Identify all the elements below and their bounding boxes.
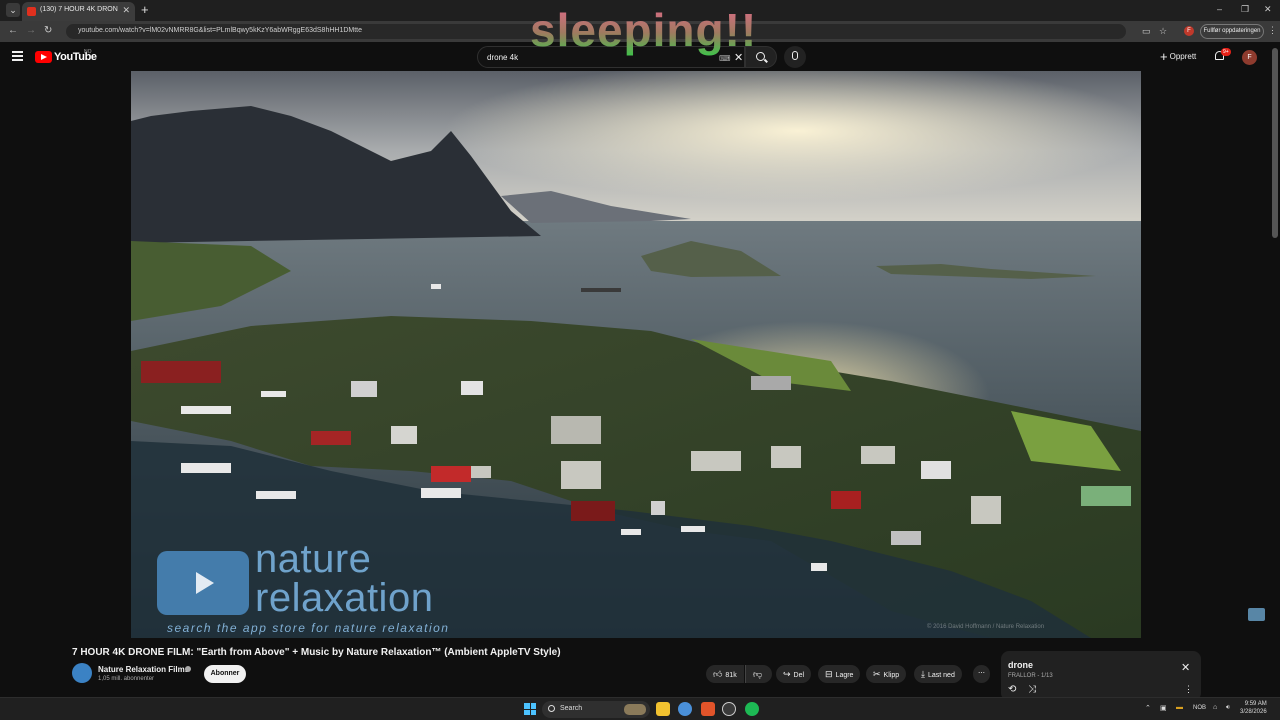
browser-menu-icon[interactable]: ⋮ xyxy=(1268,25,1277,36)
reload-icon[interactable]: ↻ xyxy=(44,25,52,36)
miniplayer-icon[interactable] xyxy=(1248,608,1265,621)
back-icon[interactable]: ← xyxy=(8,25,18,36)
network-icon[interactable]: ⌂ xyxy=(1213,704,1217,711)
create-button[interactable]: + Opprett xyxy=(1154,47,1202,67)
like-count: 81k xyxy=(725,672,737,679)
save-label: Lagre xyxy=(835,672,854,679)
volume-icon[interactable]: 🔉︎ xyxy=(1226,704,1230,712)
clip-label: Klipp xyxy=(883,672,900,679)
watermark-tagline: search the app store for nature relaxati… xyxy=(167,621,450,635)
clock-time: 9:59 AM xyxy=(1244,701,1267,707)
channel-avatar[interactable] xyxy=(72,663,92,683)
thumbs-down-icon: 👎︎ xyxy=(753,669,763,679)
more-actions-button[interactable]: ⋯ xyxy=(973,665,990,683)
verified-badge-icon xyxy=(185,666,191,672)
tray-flag-icon[interactable]: ▬ xyxy=(1176,704,1183,711)
notification-badge: 9+ xyxy=(1221,48,1231,56)
maximize-button[interactable]: ❐ xyxy=(1241,4,1249,15)
loop-icon[interactable]: ⟲ xyxy=(1008,684,1016,695)
download-button[interactable]: ⤓ Last ned xyxy=(914,665,962,683)
playlist-panel[interactable]: drone FRALLOR - 1/13 ✕ ⟲ ⤨ ⋮ xyxy=(1001,651,1201,701)
taskbar-clock[interactable]: 9:59 AM 3/28/2026 xyxy=(1240,700,1267,716)
taskbar-search[interactable]: Search xyxy=(542,701,650,718)
clip-button[interactable]: ✂ Klipp xyxy=(866,665,907,683)
tray-app-icon[interactable]: ▣ xyxy=(1160,704,1167,712)
download-label: Last ned xyxy=(927,672,955,679)
playlist-more-icon[interactable]: ⋮ xyxy=(1184,684,1193,695)
close-playlist-icon[interactable]: ✕ xyxy=(1181,661,1190,674)
plus-icon: + xyxy=(1160,49,1168,64)
video-copyright: © 2016 David Hoffmann / Nature Relaxatio… xyxy=(927,624,1045,630)
youtube-logo-icon[interactable] xyxy=(35,51,52,63)
minimize-button[interactable]: – xyxy=(1217,4,1222,14)
share-label: Del xyxy=(793,672,805,679)
subscriber-count: 1,05 mill. abonnenter xyxy=(98,676,155,682)
close-window-button[interactable]: ✕ xyxy=(1264,4,1272,15)
hamburger-menu-icon[interactable] xyxy=(12,51,23,61)
cast-icon[interactable]: ▭ xyxy=(1142,26,1151,37)
svg-text:sleeping!!: sleeping!! xyxy=(530,4,757,56)
chrome-icon[interactable] xyxy=(678,702,692,716)
new-tab-button[interactable]: + xyxy=(141,2,149,17)
search-highlight-icon xyxy=(624,704,646,715)
file-explorer-icon[interactable] xyxy=(656,702,670,716)
channel-name[interactable]: Nature Relaxation Films xyxy=(98,665,189,674)
video-player[interactable]: nature relaxation search the app store f… xyxy=(131,71,1141,638)
page-scrollbar[interactable] xyxy=(1272,48,1278,238)
update-button[interactable]: Fullfør oppdateringen xyxy=(1200,24,1264,39)
playlist-title: drone xyxy=(1008,660,1034,670)
watermark-line2: relaxation xyxy=(255,576,434,620)
microphone-icon xyxy=(792,51,798,60)
nature-relaxation-logo-icon xyxy=(157,551,249,615)
overlay-sleeping-text: sleeping!! xyxy=(530,4,760,67)
taskbar-search-text: Search xyxy=(560,705,583,712)
forward-icon[interactable]: → xyxy=(26,25,36,36)
brave-icon[interactable] xyxy=(701,702,715,716)
download-icon: ⤓ xyxy=(921,669,925,679)
scissors-icon: ✂ xyxy=(873,669,881,679)
overlay-sleeping-graphic: sleeping!! xyxy=(530,4,757,56)
clock-date: 3/28/2026 xyxy=(1240,709,1267,715)
url-text: youtube.com/watch?v=lM02vNMRR8G&list=PLm… xyxy=(78,27,363,34)
profile-icon[interactable]: F xyxy=(1184,26,1194,36)
country-code: NO xyxy=(84,49,92,55)
spotify-icon[interactable] xyxy=(745,702,759,716)
windows-start-icon[interactable] xyxy=(524,703,536,715)
input-language[interactable]: NOB xyxy=(1193,705,1206,711)
taskbar-search-icon xyxy=(548,705,555,712)
clock-app-icon[interactable] xyxy=(722,702,736,716)
more-horizontal-icon: ⋯ xyxy=(978,670,985,677)
share-icon: ↪ xyxy=(783,669,791,679)
shuffle-icon[interactable]: ⤨ xyxy=(1028,684,1036,695)
subscribe-button[interactable]: Abonner xyxy=(204,665,246,683)
tab-search-menu[interactable]: ⌄ xyxy=(6,3,20,17)
video-title: 7 HOUR 4K DRONE FILM: "Earth from Above"… xyxy=(72,647,561,658)
like-button[interactable]: 👍︎ 81k xyxy=(706,665,744,683)
save-button[interactable]: ⊟ Lagre xyxy=(818,665,861,683)
create-label: Opprett xyxy=(1169,52,1197,61)
share-button[interactable]: ↪ Del xyxy=(776,665,812,683)
dislike-button[interactable]: 👎︎ xyxy=(745,665,773,683)
bookmark-star-icon[interactable]: ☆ xyxy=(1159,26,1167,37)
thumbs-up-icon: 👍︎ xyxy=(713,669,723,679)
windows-taskbar: Search ⌃ ▣ ▬ NOB ⌂ 🔉︎ 9:59 AM 3/28/2026 xyxy=(0,697,1280,720)
active-tab[interactable]: (130) 7 HOUR 4K DRONE FILM: ✕ xyxy=(22,2,135,21)
tray-chevron-icon[interactable]: ⌃ xyxy=(1145,704,1151,712)
voice-search-button[interactable] xyxy=(784,46,806,68)
tab-close-icon[interactable]: ✕ xyxy=(122,5,130,16)
tab-title: (130) 7 HOUR 4K DRONE FILM: xyxy=(40,6,118,13)
search-query: drone 4k xyxy=(487,53,519,62)
playlist-subtitle: FRALLOR - 1/13 xyxy=(1008,673,1053,679)
account-avatar[interactable]: F xyxy=(1242,50,1257,65)
bookmark-icon: ⊟ xyxy=(825,669,833,679)
youtube-favicon-icon xyxy=(27,7,36,16)
